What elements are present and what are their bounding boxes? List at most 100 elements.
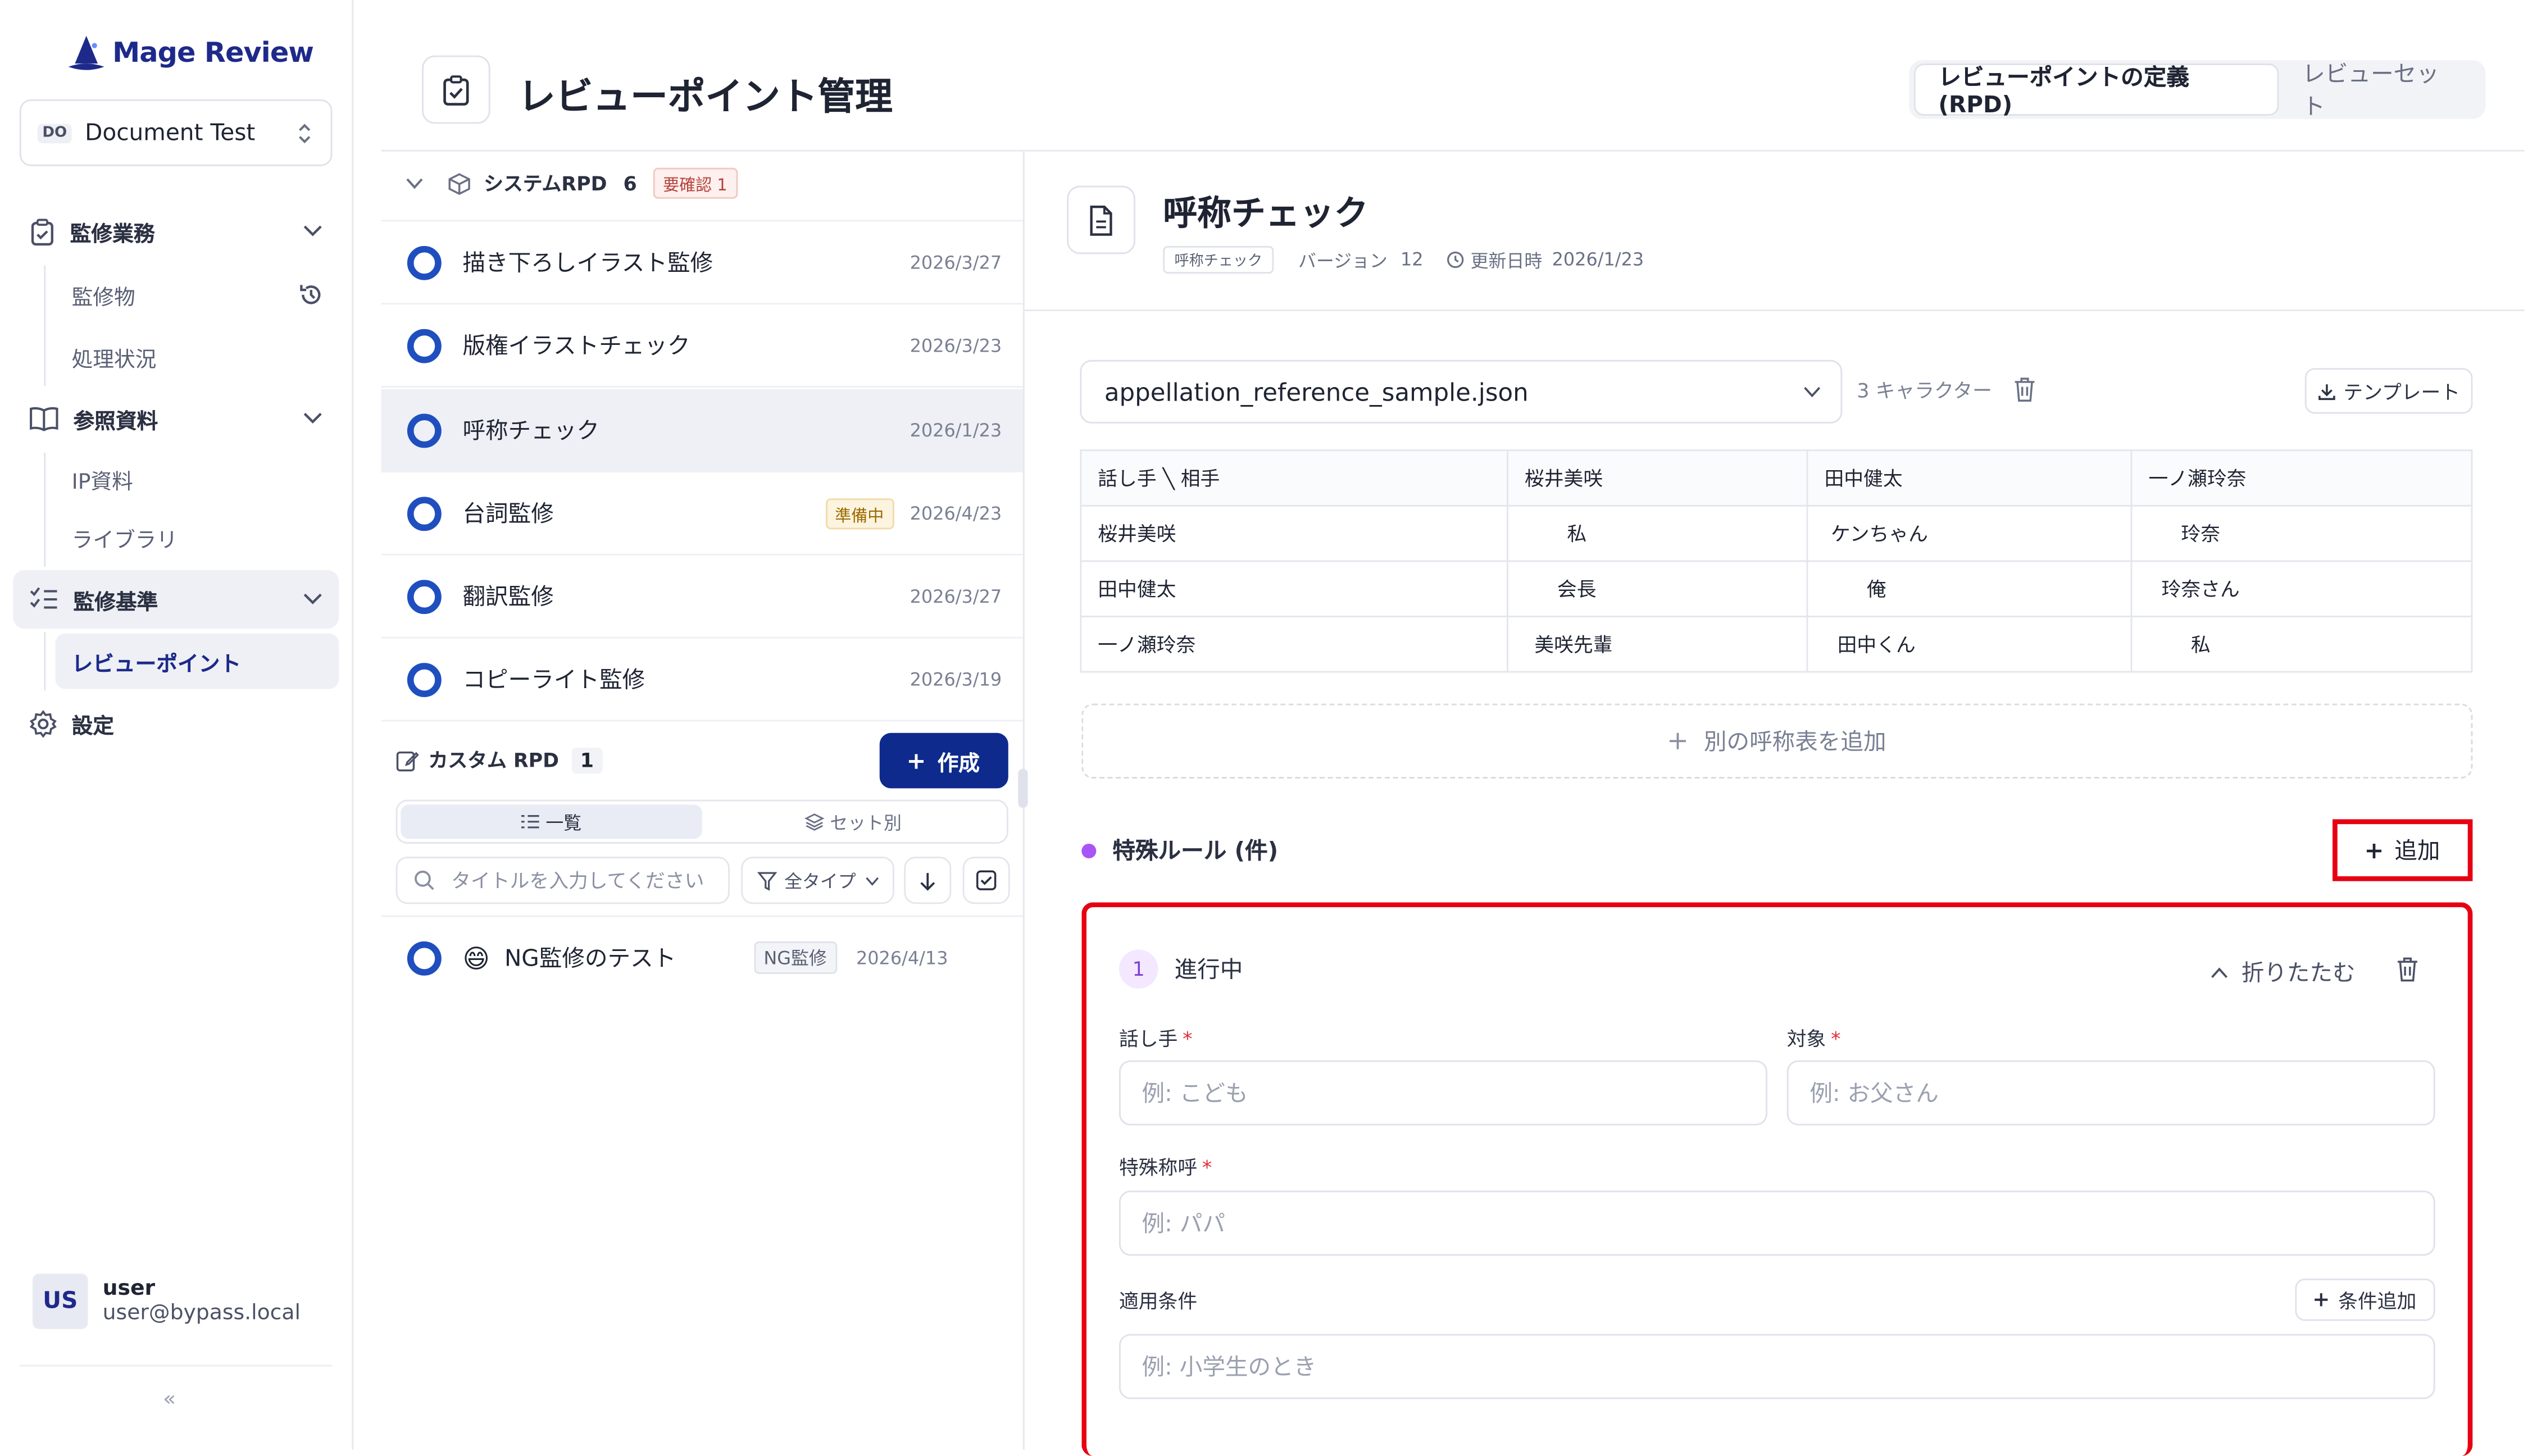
file-select[interactable]: appellation_reference_sample.json: [1080, 360, 1843, 424]
list-item-selected[interactable]: 呼称チェック 2026/1/23: [381, 389, 1023, 472]
add-condition-label: 条件追加: [2338, 1289, 2417, 1312]
tab-review-set[interactable]: レビューセット: [2280, 62, 2481, 120]
type-filter-dropdown[interactable]: 全タイプ: [741, 857, 894, 904]
tab-by-set[interactable]: セット別: [702, 804, 1003, 839]
search-input[interactable]: タイトルを入力してください: [395, 857, 730, 904]
tab-rpd-definition[interactable]: レビューポイントの定義(RPD): [1913, 63, 2280, 119]
delete-file-button[interactable]: [2013, 376, 2036, 402]
arrow-down-icon: [920, 872, 935, 890]
nav-standards[interactable]: 監修基準: [13, 570, 339, 629]
trash-icon: [2398, 957, 2417, 982]
user-name: user: [102, 1277, 156, 1302]
list-item-title: NG監修のテスト: [504, 946, 676, 973]
table-cell[interactable]: 美咲先輩: [1507, 616, 1808, 673]
cube-icon: [448, 172, 470, 194]
needs-review-badge: 要確認 1: [653, 167, 738, 199]
list-item-date: 2026/1/23: [910, 419, 1002, 441]
list-item[interactable]: コピーライト監修 2026/3/19: [381, 639, 1023, 722]
rule-index: 1: [1118, 949, 1158, 989]
download-icon: [2318, 383, 2335, 399]
table-cell[interactable]: 玲奈さん: [2130, 560, 2473, 617]
table-cell[interactable]: 玲奈: [2130, 504, 2473, 562]
search-placeholder: タイトルを入力してください: [451, 870, 704, 893]
filter-icon: [756, 871, 776, 890]
detail-header-divider: [1024, 309, 2525, 311]
speaker-label: 話し手: [1118, 1027, 1178, 1051]
clock-icon: [1447, 251, 1463, 269]
list-item[interactable]: 描き下ろしイラスト監修 2026/3/27: [381, 221, 1023, 305]
nav-reference[interactable]: 参照資料: [13, 389, 339, 448]
table-cell[interactable]: 田中くん: [1806, 616, 2133, 673]
nav-guide-line: [44, 632, 46, 691]
add-condition-button[interactable]: 条件追加: [2295, 1278, 2435, 1321]
system-rpd-group-header[interactable]: システムRPD 6 要確認 1: [406, 167, 738, 199]
list-item-date: 2026/3/19: [910, 668, 1002, 690]
nav-review-work[interactable]: 監修業務: [13, 202, 339, 261]
custom-rpd-header: カスタム RPD 1: [396, 746, 602, 774]
version-label: バージョン: [1298, 250, 1388, 271]
nav-settings[interactable]: 設定: [13, 694, 339, 752]
add-table-label: 別の呼称表を追加: [1703, 729, 1886, 756]
speaker-field-label: 話し手 *: [1119, 1025, 1193, 1052]
template-download-button[interactable]: テンプレート: [2304, 368, 2473, 414]
special-appellation-input[interactable]: 例: パパ: [1118, 1190, 2435, 1256]
nav-item-status[interactable]: 処理状況: [72, 329, 157, 385]
history-icon[interactable]: [298, 282, 324, 308]
book-open-icon: [30, 407, 58, 431]
add-rule-button[interactable]: 追加: [2333, 819, 2473, 881]
list-item[interactable]: 翻訳監修 2026/3/27: [381, 556, 1023, 639]
updated-label: 更新日時: [1470, 250, 1543, 271]
list-icon: [521, 815, 539, 829]
special-rules-header: 特殊ルール (件): [1081, 834, 1278, 867]
table-cell[interactable]: ケンちゃん: [1806, 504, 2133, 562]
nav-item-review-points[interactable]: レビューポイント: [55, 633, 339, 689]
list-item[interactable]: 台詞監修 準備中 2026/4/23: [381, 472, 1023, 556]
chevron-down-icon: [865, 876, 878, 885]
sort-button[interactable]: [904, 857, 952, 904]
chevron-down-icon: [303, 593, 322, 604]
list-item[interactable]: 版権イラストチェック 2026/3/23: [381, 304, 1023, 388]
table-cell[interactable]: 私: [1507, 504, 1808, 562]
speaker-placeholder: 例: こども: [1142, 1081, 1248, 1108]
collapse-sidebar-button[interactable]: «: [163, 1387, 176, 1412]
nav-guide-line: [44, 265, 46, 386]
list-item-date: 2026/4/13: [856, 947, 948, 968]
sidebar: Mage Review DO Document Test 監修業務 監修物 処理…: [0, 0, 354, 1450]
user-profile[interactable]: US user user@bypass.local: [32, 1273, 301, 1329]
condition-label: 適用条件: [1118, 1290, 1198, 1313]
layers-icon: [803, 813, 824, 831]
tab-list[interactable]: 一覧: [401, 804, 702, 839]
app-name: Mage Review: [112, 37, 314, 70]
target-input[interactable]: 例: お父さん: [1786, 1060, 2435, 1126]
list-item-title: コピーライト監修: [462, 667, 645, 694]
view-toggle: レビューポイントの定義(RPD) レビューセット: [1909, 60, 2486, 121]
page-title: レビューポイント管理: [518, 76, 893, 119]
ng-review-badge: NG監修: [753, 941, 837, 974]
nav-item-ip[interactable]: IP資料: [72, 451, 133, 507]
workspace-switcher[interactable]: DO Document Test: [19, 99, 333, 166]
select-mode-button[interactable]: [962, 857, 1010, 904]
add-table-button[interactable]: 別の呼称表を追加: [1081, 703, 2473, 779]
chevron-up-down-icon: [299, 122, 311, 143]
workspace-badge: DO: [37, 122, 72, 143]
list-item-date: 2026/3/27: [910, 585, 1002, 607]
list-item-date: 2026/3/27: [910, 251, 1002, 273]
table-cell[interactable]: 私: [2130, 616, 2473, 673]
special-appellation-field-label: 特殊称呼 *: [1119, 1153, 1212, 1181]
delete-rule-button[interactable]: [2396, 956, 2419, 982]
table-cell[interactable]: 俺: [1806, 560, 2133, 617]
detail-title: 呼称チェック: [1163, 194, 1368, 233]
collapse-rule-button[interactable]: 折りたたむ: [2211, 956, 2356, 989]
table-cell[interactable]: 会長: [1507, 560, 1808, 617]
nav-item-deliverables[interactable]: 監修物: [72, 267, 324, 323]
condition-input[interactable]: 例: 小学生のとき: [1118, 1334, 2435, 1399]
custom-list-item[interactable]: 😄 NG監修のテスト NG監修 2026/4/13: [381, 917, 1022, 998]
app-logo[interactable]: Mage Review: [65, 29, 314, 78]
list-item-date: 2026/3/23: [910, 334, 1002, 356]
status-ring-icon: [407, 245, 442, 280]
list-item-title: 呼称チェック: [462, 418, 600, 445]
resize-handle[interactable]: [1018, 768, 1028, 808]
nav-item-library[interactable]: ライブラリ: [72, 510, 178, 566]
create-button[interactable]: 作成: [879, 732, 1008, 789]
speaker-input[interactable]: 例: こども: [1118, 1060, 1767, 1126]
